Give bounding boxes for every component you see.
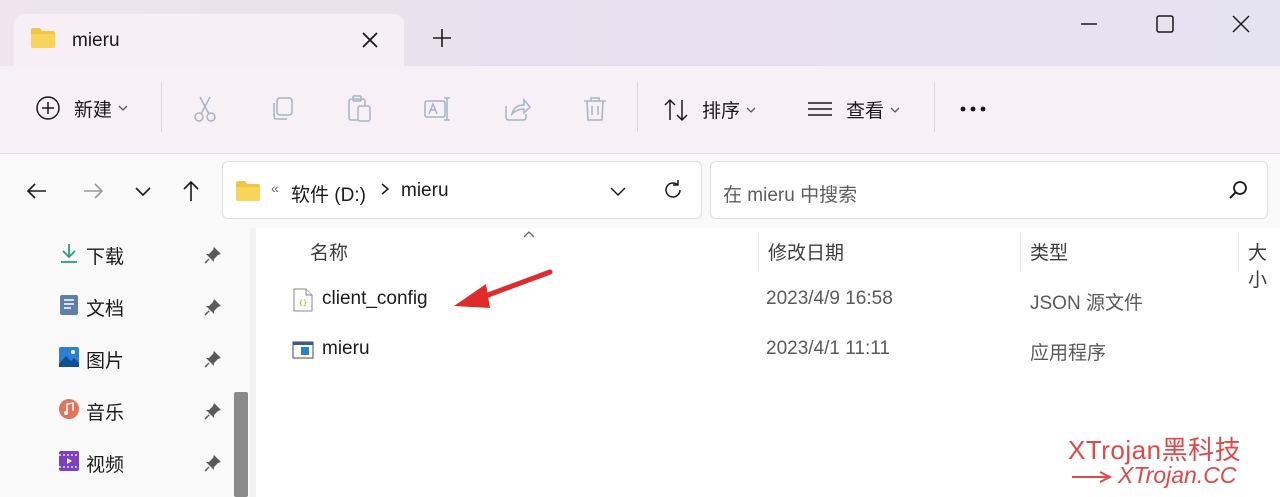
delete-icon[interactable] (580, 94, 610, 124)
new-tab-icon[interactable] (430, 26, 454, 50)
navigation-bar: « 软件 (D:) mieru 在 mieru 中搜索 (0, 154, 1280, 228)
search-icon[interactable] (1227, 179, 1249, 201)
music-icon (59, 399, 79, 419)
document-icon (60, 295, 78, 315)
chevron-down-icon (118, 105, 128, 111)
pin-icon[interactable] (204, 402, 222, 420)
up-arrow-icon[interactable] (178, 178, 204, 204)
watermark-url: XTrojan.CC (1118, 462, 1237, 488)
close-window-icon[interactable] (1228, 11, 1254, 37)
new-button[interactable]: 新建 (34, 94, 128, 122)
paste-icon[interactable] (344, 94, 374, 124)
view-label: 查看 (846, 101, 885, 122)
cut-icon[interactable] (190, 94, 220, 124)
view-button[interactable]: 查看 (806, 96, 900, 123)
sidebar-item-label: 文档 (86, 299, 125, 320)
command-bar: 新建 排序 查看 (0, 66, 1280, 154)
json-file-icon: {} (293, 288, 313, 312)
plus-circle-icon (36, 96, 60, 120)
column-divider[interactable] (1020, 232, 1021, 272)
search-input[interactable]: 在 mieru 中搜索 (723, 180, 857, 207)
breadcrumb-overflow[interactable]: « (271, 180, 279, 196)
sidebar-item-label: 图片 (86, 351, 125, 372)
share-icon[interactable] (502, 94, 532, 124)
svg-text:{}: {} (299, 299, 307, 307)
sidebar-item-music[interactable]: 音乐 (0, 386, 232, 434)
maximize-icon[interactable] (1152, 11, 1178, 37)
pictures-icon (59, 347, 79, 367)
breadcrumb-chevron-icon[interactable] (379, 182, 391, 196)
watermark-arrow-icon (1072, 471, 1113, 483)
breadcrumb-folder[interactable]: mieru (401, 180, 449, 202)
sidebar-item-videos[interactable]: 视频 (0, 438, 232, 486)
column-header-type[interactable]: 类型 (1030, 238, 1068, 265)
new-label: 新建 (74, 99, 113, 121)
toolbar-divider (161, 82, 162, 132)
annotation-arrow (454, 269, 553, 308)
minimize-icon[interactable] (1076, 11, 1102, 37)
file-type: JSON 源文件 (1030, 293, 1143, 314)
address-dropdown-icon[interactable] (607, 180, 629, 202)
toolbar-divider (934, 82, 935, 132)
more-options-icon[interactable] (958, 96, 990, 122)
recent-locations-chevron-icon[interactable] (130, 178, 156, 204)
tab-title: mieru (72, 30, 120, 51)
refresh-icon[interactable] (661, 178, 685, 202)
file-type: 应用程序 (1030, 343, 1107, 364)
file-modified: 2023/4/9 16:58 (766, 288, 893, 309)
pin-icon[interactable] (204, 454, 222, 472)
back-arrow-icon[interactable] (24, 178, 50, 204)
copy-icon[interactable] (268, 94, 298, 124)
table-row[interactable]: mieru 2023/4/1 11:11 应用程序 (256, 326, 1280, 376)
sort-button[interactable]: 排序 (662, 96, 756, 123)
sidebar-item-label: 音乐 (86, 403, 125, 424)
breadcrumb-drive[interactable]: 软件 (D:) (291, 180, 366, 207)
pin-icon[interactable] (204, 246, 222, 264)
application-icon (292, 341, 314, 359)
sidebar-item-pictures[interactable]: 图片 (0, 334, 232, 382)
chevron-down-icon (890, 107, 900, 113)
pin-icon[interactable] (204, 350, 222, 368)
close-tab-icon[interactable] (358, 28, 382, 52)
rename-icon[interactable] (422, 94, 452, 124)
sidebar-item-label: 下载 (86, 247, 125, 268)
sort-arrows-icon (664, 98, 688, 121)
column-divider[interactable] (1238, 232, 1239, 272)
table-row[interactable]: {} client_config 2023/4/9 16:58 JSON 源文件 (256, 276, 1280, 326)
forward-arrow-icon[interactable] (80, 178, 106, 204)
column-divider[interactable] (758, 232, 759, 272)
chevron-down-icon (746, 107, 756, 113)
sidebar-item-label: 视频 (86, 455, 125, 476)
videos-icon (59, 451, 79, 471)
sidebar-item-downloads[interactable]: 下载 (0, 230, 232, 278)
download-icon (61, 244, 77, 263)
sort-ascending-icon (523, 231, 535, 238)
title-bar: mieru (0, 0, 1280, 66)
file-name: mieru (322, 338, 370, 359)
sidebar-scrollbar-thumb[interactable] (234, 392, 248, 497)
address-bar[interactable]: « 软件 (D:) mieru (222, 161, 702, 219)
search-box[interactable]: 在 mieru 中搜索 (710, 161, 1268, 219)
view-list-icon (808, 101, 832, 116)
file-name: client_config (322, 288, 428, 309)
folder-icon (31, 28, 55, 48)
toolbar-divider (637, 82, 638, 132)
navigation-pane: 下载 文档 图片 音乐 视频 (0, 228, 232, 497)
sort-label: 排序 (702, 101, 741, 122)
sidebar-item-documents[interactable]: 文档 (0, 282, 232, 330)
column-header-modified[interactable]: 修改日期 (768, 238, 844, 265)
pin-icon[interactable] (204, 298, 222, 316)
file-modified: 2023/4/1 11:11 (766, 338, 890, 359)
column-header-name[interactable]: 名称 (310, 238, 348, 265)
folder-icon (236, 181, 260, 201)
tab-mieru[interactable]: mieru (14, 14, 404, 66)
